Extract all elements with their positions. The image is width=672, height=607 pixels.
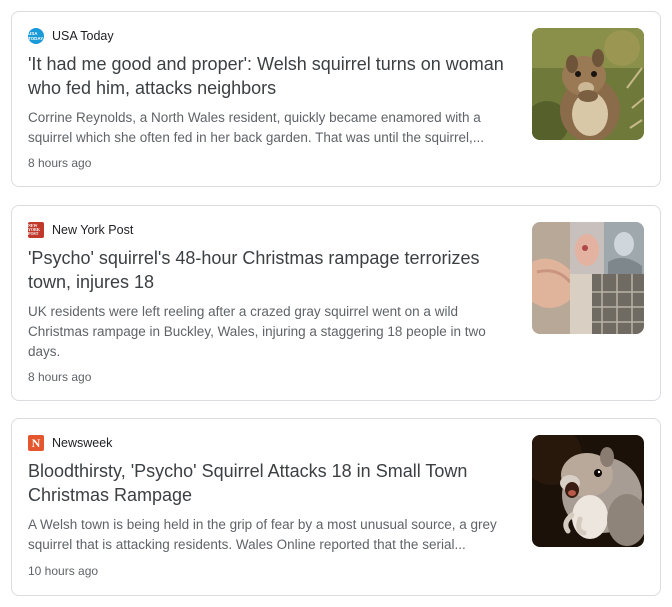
- source-row: NEW YORK POST New York Post: [28, 222, 133, 238]
- source-name: USA Today: [52, 29, 114, 43]
- squirrel-eating-photo: [532, 28, 644, 140]
- thumbnail-image[interactable]: [532, 435, 644, 547]
- injury-collage-photo: [532, 222, 644, 334]
- source-row: N Newsweek: [28, 435, 112, 451]
- news-card[interactable]: USA TODAY USA Today 'It had me good and …: [11, 11, 661, 187]
- source-row: USA TODAY USA Today: [28, 28, 114, 44]
- snippet: UK residents were left reeling after a c…: [28, 304, 486, 359]
- news-card[interactable]: N Newsweek Bloodthirsty, 'Psycho' Squirr…: [11, 418, 661, 596]
- headline-link[interactable]: Bloodthirsty, 'Psycho' Squirrel Attacks …: [28, 459, 513, 507]
- headline-link[interactable]: 'It had me good and proper': Welsh squir…: [28, 52, 513, 100]
- snippet: Corrine Reynolds, a North Wales resident…: [28, 110, 484, 145]
- timestamp: 8 hours ago: [28, 370, 92, 384]
- usa-today-icon: USA TODAY: [28, 28, 44, 44]
- source-name: New York Post: [52, 223, 134, 237]
- newsweek-icon: N: [28, 435, 44, 451]
- timestamp: 8 hours ago: [28, 156, 92, 170]
- thumbnail-image[interactable]: [532, 222, 644, 334]
- new-york-post-icon: NEW YORK POST: [28, 222, 44, 238]
- thumbnail-image[interactable]: [532, 28, 644, 140]
- source-name: Newsweek: [52, 436, 113, 450]
- news-card[interactable]: NEW YORK POST New York Post 'Psycho' squ…: [11, 205, 661, 401]
- headline-link[interactable]: 'Psycho' squirrel's 48-hour Christmas ra…: [28, 246, 513, 294]
- snippet: A Welsh town is being held in the grip o…: [28, 517, 497, 552]
- screaming-squirrel-photo: [532, 435, 644, 547]
- timestamp: 10 hours ago: [28, 564, 99, 578]
